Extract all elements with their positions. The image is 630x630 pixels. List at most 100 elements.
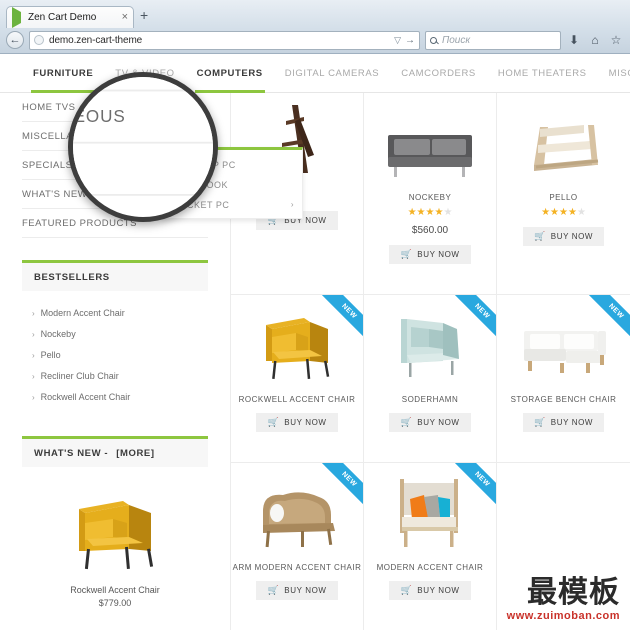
nav-item-home-theaters[interactable]: HOME THEATERS <box>487 54 598 93</box>
list-item[interactable]: › Nockeby <box>32 324 208 345</box>
nav-item-digital-cameras[interactable]: DIGITAL CAMERAS <box>274 54 391 93</box>
magnified-sidebar-specials: SPECIALS <box>73 144 213 196</box>
cart-icon: 🛒 <box>533 417 546 427</box>
new-tab-button[interactable]: + <box>140 8 148 22</box>
nav-item-miscellaneous[interactable]: MISCELLANEOUS <box>598 54 630 93</box>
go-arrow-icon[interactable]: → <box>405 35 415 46</box>
chevron-right-icon: › <box>32 330 35 339</box>
product-card[interactable]: NEW ARM MODERN ACCENT CHAIR 🛒 BUY NOW <box>231 463 364 630</box>
bestseller-label: Recliner Club Chair <box>40 371 119 381</box>
product-card[interactable]: NEW SODERHAMN 🛒 BUY NOW <box>364 295 497 463</box>
tab-title: Zen Cart Demo <box>28 12 97 23</box>
buy-now-button[interactable]: 🛒 BUY NOW <box>522 413 605 432</box>
product-card[interactable]: NEW <box>364 463 497 630</box>
list-item[interactable]: › Modern Accent Chair <box>32 303 208 324</box>
search-input[interactable]: Поиск <box>425 30 561 50</box>
chevron-right-icon: › <box>290 200 294 209</box>
whats-new-more-link[interactable]: [MORE] <box>116 448 154 459</box>
url-text: demo.zen-cart-theme <box>49 34 143 46</box>
magnified-sidebar-miscellaneous: MISCELLANEOUS <box>73 91 213 144</box>
rating-stars: ★★★★★ <box>541 208 586 218</box>
list-item[interactable]: › Recliner Club Chair <box>32 366 208 387</box>
search-icon <box>430 36 437 44</box>
chevron-down-icon[interactable]: ▽ <box>394 35 401 46</box>
product-image-corner-chair-pillows <box>370 473 490 551</box>
download-icon[interactable]: ⬇ <box>566 31 582 49</box>
home-icon[interactable]: ⌂ <box>587 31 603 49</box>
star-empty-icon: ★ <box>576 207 586 218</box>
bestseller-label: Rockwell Accent Chair <box>40 392 131 402</box>
product-card[interactable]: NEW <box>497 295 630 463</box>
browser-toolbar: ← demo.zen-cart-theme ▽ → Поиск ⬇ ⌂ ☆ <box>0 27 630 53</box>
magnifier-content: FURNITURE TV & VIDEO COMPUTERS HOME TVS … <box>73 77 213 217</box>
product-name: ARM MODERN ACCENT CHAIR <box>232 563 362 572</box>
page-viewport: FURNITURE TV & VIDEO COMPUTERS DIGITAL C… <box>0 54 630 630</box>
tab-strip: Zen Cart Demo × + <box>0 0 630 28</box>
whats-new-header: WHAT'S NEW - [MORE] <box>22 436 208 467</box>
chevron-right-icon: › <box>32 309 35 318</box>
list-item[interactable]: › Rockwell Accent Chair <box>32 387 208 408</box>
buy-now-label: BUY NOW <box>550 232 594 241</box>
cart-icon: 🛒 <box>533 231 546 241</box>
star-filled-icon: ★ <box>567 207 577 218</box>
product-image-grey-sofa <box>370 103 490 181</box>
bestsellers-list: › Modern Accent Chair › Nockeby › Pello › Re… <box>22 291 208 414</box>
product-image-yellow-armchair <box>22 483 208 575</box>
address-bar[interactable]: demo.zen-cart-theme ▽ → <box>29 30 420 50</box>
buy-now-label: BUY NOW <box>417 250 460 259</box>
bestseller-label: Modern Accent Chair <box>40 308 125 318</box>
buy-now-label: BUY NOW <box>550 418 594 427</box>
product-card[interactable]: PELLO ★★★★★ 🛒 BUY NOW <box>497 93 630 295</box>
whats-new-product-name: Rockwell Accent Chair <box>70 585 160 595</box>
chevron-right-icon: › <box>32 393 35 402</box>
bookmark-icon[interactable]: ☆ <box>608 31 624 49</box>
buy-now-button[interactable]: 🛒 BUY NOW <box>256 413 338 432</box>
cart-icon: 🛒 <box>400 417 413 427</box>
bestsellers-title: BESTSELLERS <box>34 271 110 283</box>
product-image-yellow-armchair <box>237 305 357 383</box>
cart-icon: 🛒 <box>267 585 280 595</box>
buy-now-label: BUY NOW <box>284 418 327 427</box>
buy-now-button[interactable]: 🛒 BUY NOW <box>522 227 605 246</box>
product-card[interactable]: NEW <box>231 295 364 463</box>
star-filled-icon: ★ <box>559 207 568 218</box>
magnified-sidebar: HOME TVS MISCELLANEOUS SPECIALS <box>73 77 213 196</box>
bestseller-label: Pello <box>40 350 61 360</box>
product-name: MODERN ACCENT CHAIR <box>376 563 484 572</box>
star-filled-icon: ★ <box>550 207 560 218</box>
star-filled-icon: ★ <box>416 207 426 218</box>
buy-now-button[interactable]: 🛒 BUY NOW <box>389 581 471 600</box>
whats-new-title: WHAT'S NEW - <box>34 447 109 459</box>
buy-now-button[interactable]: 🛒 BUY NOW <box>389 413 471 432</box>
whats-new-product[interactable]: Rockwell Accent Chair $779.00 <box>22 467 208 608</box>
product-name: PELLO <box>549 193 578 202</box>
cart-icon: 🛒 <box>267 417 280 427</box>
chevron-right-icon: › <box>32 372 35 381</box>
list-item[interactable]: › Pello <box>32 345 208 366</box>
star-filled-icon: ★ <box>407 207 417 218</box>
site-identity-icon <box>34 35 44 45</box>
product-name: ROCKWELL ACCENT CHAIR <box>238 395 356 404</box>
buy-now-label: BUY NOW <box>417 418 460 427</box>
product-image-rattan-settee <box>237 473 357 551</box>
cart-icon: 🛒 <box>400 249 413 259</box>
rating-stars: ★★★★★ <box>408 208 453 218</box>
product-card[interactable]: NOCKEBY ★★★★★ $560.00 🛒 BUY NOW <box>364 93 497 295</box>
nav-item-camcorders[interactable]: CAMCORDERS <box>390 54 487 93</box>
star-filled-icon: ★ <box>541 207 551 218</box>
cart-icon: 🛒 <box>400 585 413 595</box>
buy-now-button[interactable]: 🛒 BUY NOW <box>256 581 338 600</box>
product-price: $560.00 <box>411 225 449 236</box>
close-icon[interactable]: × <box>122 12 128 23</box>
browser-tab[interactable]: Zen Cart Demo × <box>6 6 134 28</box>
bestseller-label: Nockeby <box>40 329 76 339</box>
bestsellers-header: BESTSELLERS <box>22 260 208 291</box>
whats-new-product-price: $779.00 <box>98 598 132 608</box>
back-button-icon[interactable]: ← <box>6 31 24 49</box>
buy-now-label: BUY NOW <box>284 586 327 595</box>
product-image-mint-armchair <box>370 305 490 383</box>
buy-now-label: BUY NOW <box>417 586 460 595</box>
product-image-white-sectional <box>503 305 624 383</box>
buy-now-button[interactable]: 🛒 BUY NOW <box>389 245 471 264</box>
product-name: STORAGE BENCH CHAIR <box>510 395 617 404</box>
